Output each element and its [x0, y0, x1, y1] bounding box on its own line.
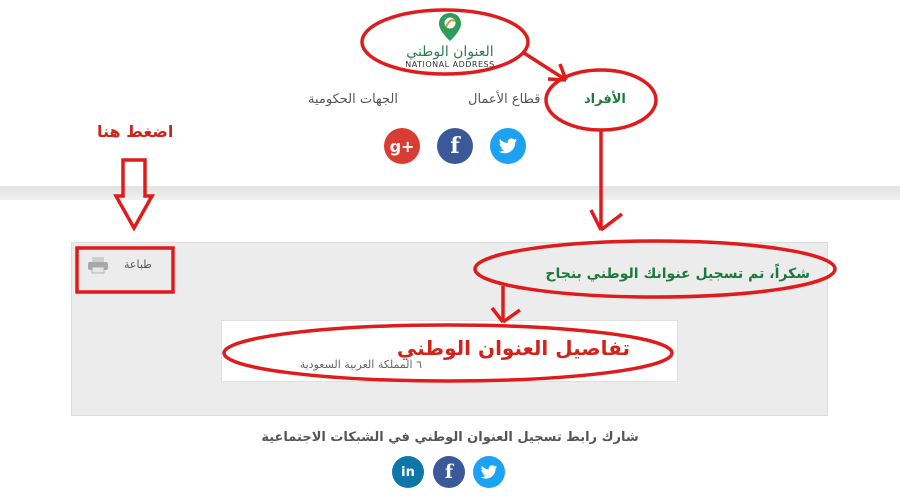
facebook-icon[interactable]: f — [437, 128, 473, 164]
header-divider — [0, 186, 900, 200]
address-details-title: تفاصيل العنوان الوطني — [396, 336, 630, 360]
success-message: شكراً، تم تسجيل عنوانك الوطني بنجاح — [545, 266, 810, 282]
twitter-icon[interactable] — [490, 128, 526, 164]
location-pin-icon — [439, 13, 461, 41]
logo-english-text: NATIONAL ADDRESS — [405, 60, 495, 69]
twitter-bird-icon — [498, 137, 518, 153]
google-plus-icon[interactable]: g+ — [384, 128, 420, 164]
print-label: طباعة — [124, 258, 152, 271]
linkedin-icon[interactable]: in — [392, 456, 424, 488]
share-heading: شارك رابط تسجيل العنوان الوطني في الشبكا… — [261, 430, 639, 445]
twitter-share-icon[interactable] — [473, 456, 505, 488]
logo-arabic-text: العنوان الوطني — [406, 44, 494, 60]
print-button[interactable]: طباعة — [87, 256, 157, 278]
national-address-logo[interactable]: العنوان الوطني NATIONAL ADDRESS — [395, 12, 505, 74]
press-here-annotation: اضغط هنا — [97, 122, 174, 141]
facebook-share-icon[interactable]: f — [433, 456, 465, 488]
nav-individuals[interactable]: الأفراد — [584, 92, 626, 107]
printer-icon — [88, 257, 108, 274]
address-country: ٦ المملكة العربية السعودية — [299, 358, 422, 371]
twitter-bird-icon — [480, 464, 498, 479]
nav-business-sector[interactable]: قطاع الأعمال — [468, 92, 540, 107]
nav-government-entities[interactable]: الجهات الحكومية — [308, 92, 398, 107]
